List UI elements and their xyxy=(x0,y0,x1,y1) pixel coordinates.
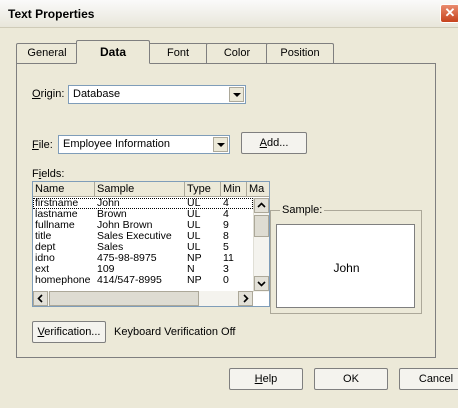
column-header-min[interactable]: Min xyxy=(221,182,247,197)
file-value: Employee Information xyxy=(63,138,170,150)
cell-type: NP xyxy=(187,274,202,286)
file-select[interactable]: Employee Information xyxy=(58,135,230,154)
sample-value: John xyxy=(333,261,360,275)
scroll-up-button[interactable] xyxy=(254,198,269,213)
chevron-down-icon xyxy=(257,281,266,287)
origin-value: Database xyxy=(73,88,121,100)
dialog-window: Text Properties ✕ General Data Font Colo… xyxy=(0,0,458,408)
tab-font[interactable]: Font xyxy=(148,43,208,63)
ok-button[interactable]: OK xyxy=(314,368,388,390)
horizontal-scrollbar[interactable] xyxy=(33,291,253,306)
origin-label: Origin: xyxy=(32,88,65,100)
add-button[interactable]: Add... xyxy=(241,132,307,154)
fields-label: Fields: xyxy=(32,168,65,180)
scroll-down-button[interactable] xyxy=(254,276,269,291)
window-title: Text Properties xyxy=(8,7,95,21)
tab-strip: General Data Font Color Position xyxy=(16,40,436,64)
chevron-right-icon xyxy=(243,294,249,303)
sample-preview: John xyxy=(276,224,415,308)
verification-status: Keyboard Verification Off xyxy=(114,326,236,338)
fields-list-header: Name Sample Type Min Ma xyxy=(33,182,269,197)
file-label-text: ile: xyxy=(38,139,53,151)
origin-select[interactable]: Database xyxy=(68,85,246,104)
add-button-text: dd... xyxy=(266,137,289,149)
chevron-down-icon[interactable] xyxy=(229,87,244,102)
help-button[interactable]: Help xyxy=(229,368,303,390)
fields-list[interactable]: Name Sample Type Min Ma firstname John U… xyxy=(32,181,270,307)
tab-data[interactable]: Data xyxy=(76,40,150,64)
verification-button-text: erification... xyxy=(44,326,101,338)
close-button[interactable]: ✕ xyxy=(440,4,458,23)
cell-sample: 414/547-8995 xyxy=(97,274,162,286)
chevron-down-icon[interactable] xyxy=(213,137,228,152)
cancel-button[interactable]: Cancel xyxy=(399,368,458,390)
chevron-up-icon xyxy=(257,202,266,208)
help-button-text: elp xyxy=(262,373,278,385)
column-header-name[interactable]: Name xyxy=(33,182,95,197)
verification-button[interactable]: Verification... xyxy=(32,321,106,343)
sample-label: Sample: xyxy=(280,204,325,216)
column-header-max[interactable]: Ma xyxy=(247,182,269,197)
tab-general[interactable]: General xyxy=(16,43,78,63)
title-bar[interactable]: Text Properties ✕ xyxy=(0,0,458,28)
close-icon: ✕ xyxy=(444,5,456,20)
file-label: File: xyxy=(32,139,53,151)
scroll-right-button[interactable] xyxy=(238,291,253,306)
column-header-sample[interactable]: Sample xyxy=(95,182,185,197)
horizontal-scroll-thumb[interactable] xyxy=(49,291,199,306)
scroll-thumb[interactable] xyxy=(254,215,269,237)
origin-label-text: rigin: xyxy=(40,88,65,100)
tab-position[interactable]: Position xyxy=(266,43,334,63)
fields-label-text: elds: xyxy=(41,168,65,180)
cell-min: 0 xyxy=(223,274,229,286)
chevron-left-icon xyxy=(37,294,43,303)
column-header-type[interactable]: Type xyxy=(185,182,221,197)
vertical-scrollbar[interactable] xyxy=(253,198,269,292)
cell-name: homephone xyxy=(35,274,91,286)
table-row[interactable]: homephone 414/547-8995 NP 0 xyxy=(33,274,253,286)
tab-color[interactable]: Color xyxy=(206,43,268,63)
scroll-left-button[interactable] xyxy=(33,291,48,306)
